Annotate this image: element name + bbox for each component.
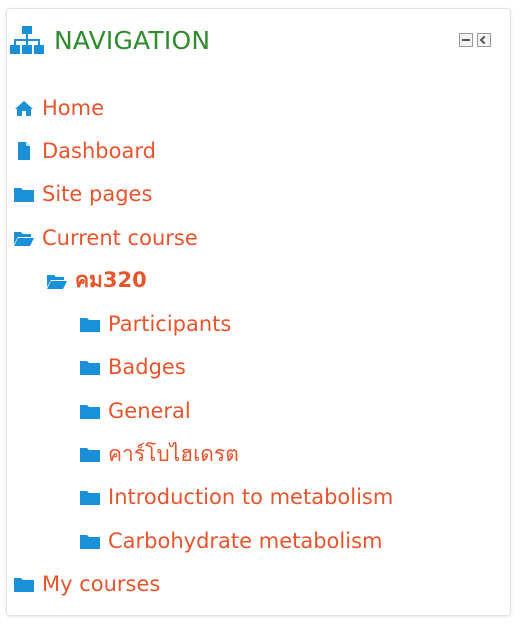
nav-item-intro-metabolism[interactable]: Introduction to metabolism	[14, 476, 393, 519]
nav-item-my-courses[interactable]: My courses	[14, 562, 393, 605]
nav-item-label[interactable]: Site pages	[42, 182, 152, 206]
folder-icon	[14, 577, 34, 592]
nav-item-carbohydrate-th[interactable]: คาร์โบไฮเดรต	[14, 432, 393, 475]
nav-item-label[interactable]: Home	[42, 96, 104, 120]
nav-item-label[interactable]: Carbohydrate metabolism	[108, 529, 382, 553]
folder-icon	[14, 188, 34, 203]
sitemap-icon	[10, 26, 44, 54]
nav-item-carb-metabolism[interactable]: Carbohydrate metabolism	[14, 519, 393, 562]
nav-item-badges[interactable]: Badges	[14, 346, 393, 389]
nav-item-label[interactable]: คาร์โบไฮเดรต	[108, 438, 239, 471]
dock-icon[interactable]	[477, 33, 491, 47]
folder-icon	[80, 491, 100, 506]
folder-icon	[80, 318, 100, 333]
nav-item-label[interactable]: General	[108, 399, 191, 423]
nav-item-general[interactable]: General	[14, 389, 393, 432]
home-icon	[15, 100, 33, 116]
nav-item-label[interactable]: คม320	[75, 264, 147, 297]
folder-open-icon	[14, 231, 34, 246]
folder-icon	[80, 361, 100, 376]
nav-item-dashboard[interactable]: Dashboard	[14, 129, 393, 172]
folder-icon	[80, 448, 100, 463]
folder-icon	[80, 534, 100, 549]
block-controls	[459, 33, 491, 47]
nav-item-label[interactable]: Current course	[42, 226, 198, 250]
navigation-tree: Home Dashboard Site pages Current course…	[14, 86, 393, 606]
folder-open-icon	[47, 274, 67, 289]
nav-item-label[interactable]: My courses	[42, 572, 160, 596]
nav-item-label[interactable]: Introduction to metabolism	[108, 485, 393, 509]
nav-item-home[interactable]: Home	[14, 86, 393, 129]
nav-item-label[interactable]: Badges	[108, 355, 186, 379]
nav-item-current-course[interactable]: Current course	[14, 216, 393, 259]
nav-item-label[interactable]: Dashboard	[42, 139, 156, 163]
nav-item-participants[interactable]: Participants	[14, 302, 393, 345]
nav-item-label[interactable]: Participants	[108, 312, 231, 336]
file-icon	[18, 141, 30, 160]
folder-icon	[80, 404, 100, 419]
block-header: NAVIGATION	[10, 18, 507, 62]
minimize-icon[interactable]	[459, 33, 473, 47]
nav-item-site-pages[interactable]: Site pages	[14, 173, 393, 216]
nav-item-course[interactable]: คม320	[14, 259, 393, 302]
block-title: NAVIGATION	[54, 25, 211, 55]
